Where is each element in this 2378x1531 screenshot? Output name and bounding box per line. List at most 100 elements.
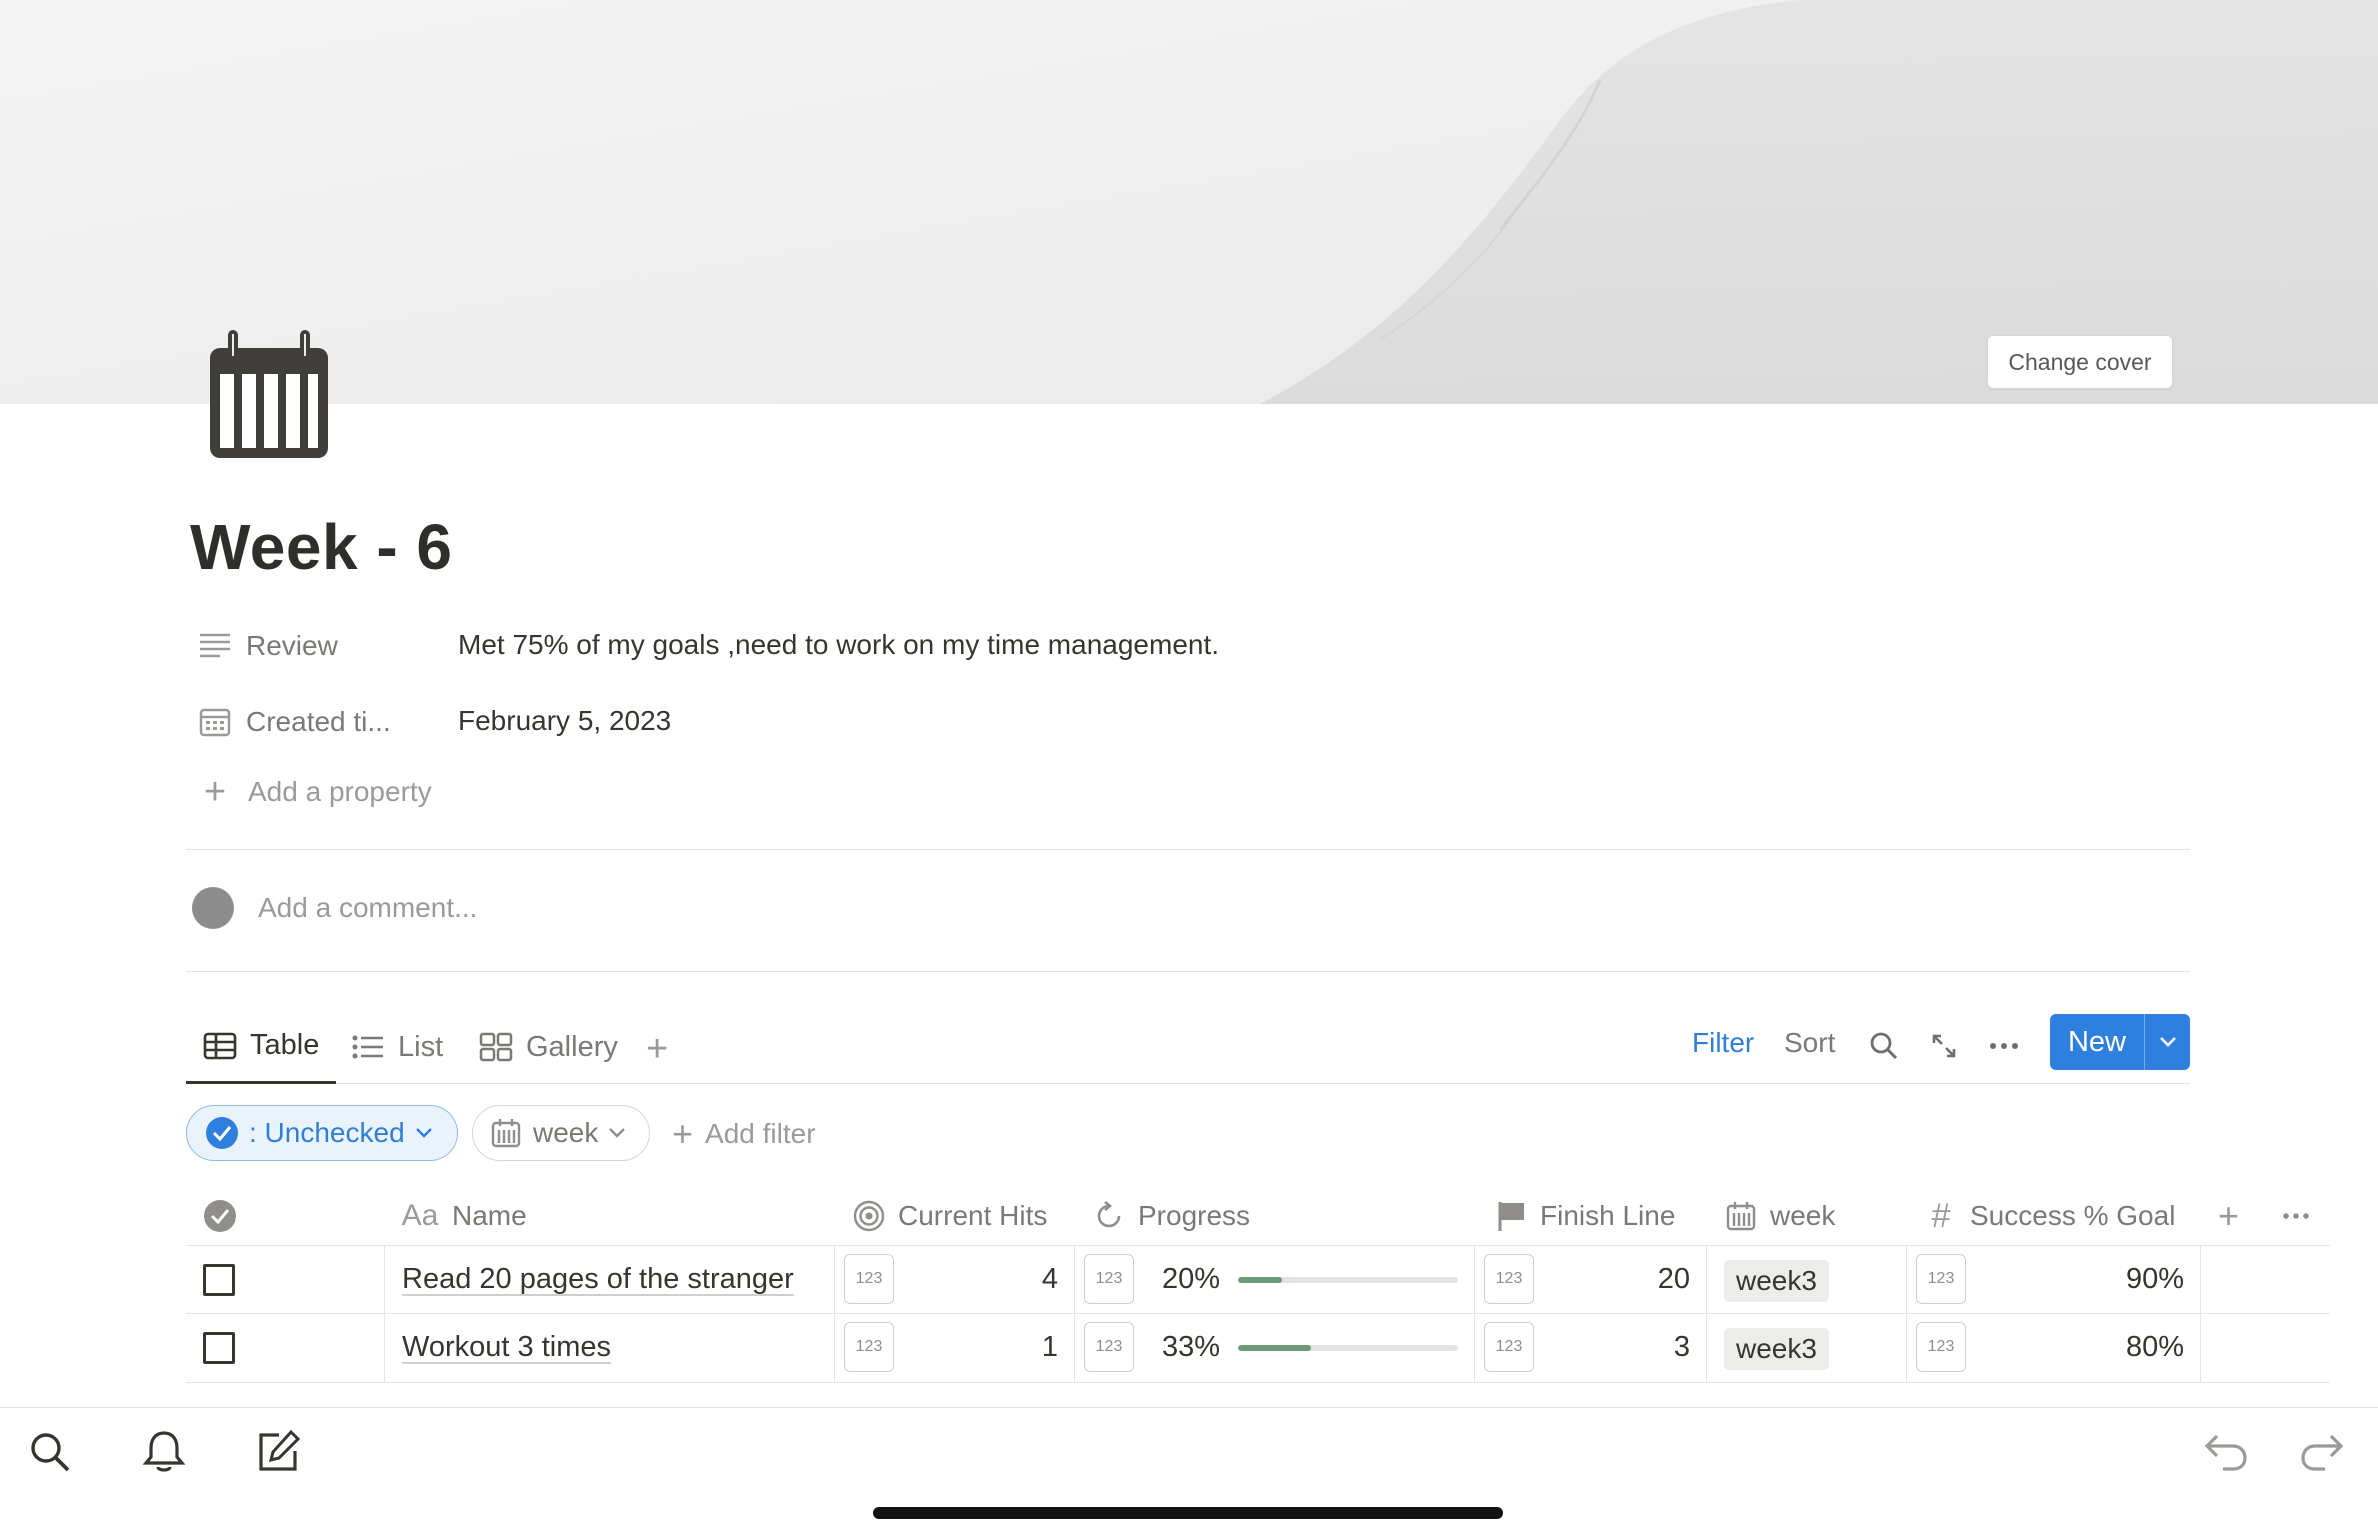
column-header-current-hits[interactable]: Current Hits (852, 1188, 1047, 1244)
select-all-checkbox[interactable] (203, 1188, 237, 1244)
table-icon (202, 1028, 238, 1064)
column-label: Finish Line (1540, 1200, 1676, 1231)
redo-icon[interactable] (2298, 1428, 2346, 1476)
column-header-week[interactable]: week (1724, 1188, 1835, 1244)
finish-line-value[interactable]: 3 (1540, 1331, 1690, 1364)
tab-gallery[interactable]: Gallery (478, 1010, 618, 1084)
tab-label: Gallery (526, 1030, 618, 1063)
search-icon[interactable] (26, 1428, 74, 1476)
column-divider (834, 1246, 835, 1382)
progress-bar (1238, 1345, 1458, 1351)
current-hits-value[interactable]: 1 (900, 1331, 1058, 1364)
property-value[interactable]: Met 75% of my goals ,need to work on my … (458, 629, 1219, 661)
calendar-icon (1724, 1199, 1758, 1233)
row-divider (186, 1313, 2330, 1314)
number-type-icon: 123 (844, 1254, 894, 1304)
column-divider (2200, 1246, 2201, 1382)
expand-icon[interactable] (1924, 1026, 1964, 1066)
number-type-icon: 123 (1084, 1322, 1134, 1372)
finish-line-value[interactable]: 20 (1540, 1263, 1690, 1296)
week-tag[interactable]: week3 (1724, 1260, 1829, 1302)
progress-bar-fill (1238, 1345, 1311, 1351)
progress-bar-fill (1238, 1277, 1282, 1283)
tab-list[interactable]: List (350, 1010, 443, 1084)
filter-chip-label: week (533, 1117, 599, 1148)
target-icon (852, 1199, 886, 1233)
chevron-down-icon (608, 1127, 626, 1139)
refresh-icon (1092, 1199, 1126, 1233)
plus-icon: + (203, 771, 227, 813)
text-aa-icon: Aa (401, 1199, 439, 1232)
column-divider (1906, 1246, 1907, 1382)
column-divider (1474, 1246, 1475, 1382)
page-title[interactable]: Week - 6 (190, 510, 453, 584)
more-icon[interactable] (2282, 1188, 2310, 1244)
current-hits-value[interactable]: 4 (900, 1263, 1058, 1296)
search-icon[interactable] (1864, 1026, 1904, 1066)
progress-value[interactable]: 33% (1162, 1331, 1220, 1364)
compose-icon[interactable] (254, 1428, 302, 1476)
add-filter-button[interactable]: + Add filter (672, 1116, 816, 1152)
undo-icon[interactable] (2202, 1428, 2250, 1476)
add-property-button[interactable]: + Add a property (196, 773, 432, 811)
avatar (192, 887, 234, 929)
column-label: week (1770, 1200, 1836, 1231)
column-header-success-goal[interactable]: # Success % Goal (1924, 1188, 2176, 1244)
row-name[interactable]: Read 20 pages of the stranger (402, 1263, 794, 1296)
column-divider (384, 1246, 385, 1382)
text-lines-icon (196, 627, 234, 665)
change-cover-button[interactable]: Change cover (1987, 335, 2173, 389)
filter-chip-checkbox[interactable]: : Unchecked (186, 1105, 458, 1161)
comment-bar[interactable]: Add a comment... (192, 887, 477, 929)
week-tag[interactable]: week3 (1724, 1328, 1829, 1370)
chevron-down-icon (415, 1127, 433, 1139)
calendar-icon (491, 1118, 521, 1148)
chevron-down-icon[interactable] (2145, 1036, 2190, 1048)
column-label: Name (452, 1200, 527, 1231)
sort-button[interactable]: Sort (1784, 1027, 1835, 1059)
page-cover: Change cover (0, 0, 2378, 404)
calendar-small-icon (196, 703, 234, 741)
add-property-label: Add a property (248, 776, 432, 807)
success-goal-value[interactable]: 90% (1980, 1263, 2184, 1296)
hash-icon: # (1931, 1196, 1951, 1235)
row-checkbox[interactable] (203, 1264, 235, 1296)
column-header-progress[interactable]: Progress (1092, 1188, 1250, 1244)
new-button[interactable]: New (2050, 1014, 2190, 1070)
property-value[interactable]: February 5, 2023 (458, 705, 671, 737)
check-circle-icon (203, 1199, 237, 1233)
progress-bar (1238, 1277, 1458, 1283)
list-icon (350, 1029, 386, 1065)
add-column-button[interactable]: + (2218, 1188, 2239, 1244)
calendar-icon[interactable] (206, 330, 332, 460)
number-type-icon: 123 (1916, 1322, 1966, 1372)
filter-button[interactable]: Filter (1692, 1027, 1754, 1059)
progress-value[interactable]: 20% (1162, 1263, 1220, 1296)
property-label: Created ti... (246, 706, 391, 737)
add-filter-label: Add filter (705, 1118, 816, 1149)
column-divider (1706, 1246, 1707, 1382)
more-icon[interactable] (1984, 1026, 2024, 1066)
column-label: Current Hits (898, 1200, 1048, 1231)
number-type-icon: 123 (1916, 1254, 1966, 1304)
column-label: Success % Goal (1970, 1200, 2176, 1231)
property-created-time[interactable]: Created ti... February 5, 2023 (196, 697, 671, 747)
plus-icon: + (672, 1113, 694, 1154)
success-goal-value[interactable]: 80% (1980, 1331, 2184, 1364)
row-name[interactable]: Workout 3 times (402, 1331, 611, 1364)
bell-icon[interactable] (140, 1428, 188, 1476)
tab-table[interactable]: Table (186, 1010, 336, 1084)
column-header-name[interactable]: Aa Name (400, 1188, 527, 1244)
row-checkbox[interactable] (203, 1332, 235, 1364)
number-type-icon: 123 (1484, 1322, 1534, 1372)
property-label: Review (246, 630, 338, 661)
tab-label: List (398, 1030, 444, 1063)
column-header-finish-line[interactable]: Finish Line (1494, 1188, 1675, 1244)
add-view-button[interactable]: + (646, 1028, 668, 1071)
column-label: Progress (1138, 1200, 1251, 1231)
property-review[interactable]: Review Met 75% of my goals ,need to work… (196, 621, 1219, 671)
filter-chip-week[interactable]: week (472, 1105, 650, 1161)
gallery-icon (478, 1029, 514, 1065)
comment-input[interactable]: Add a comment... (258, 892, 477, 924)
new-button-label: New (2067, 1025, 2126, 1058)
